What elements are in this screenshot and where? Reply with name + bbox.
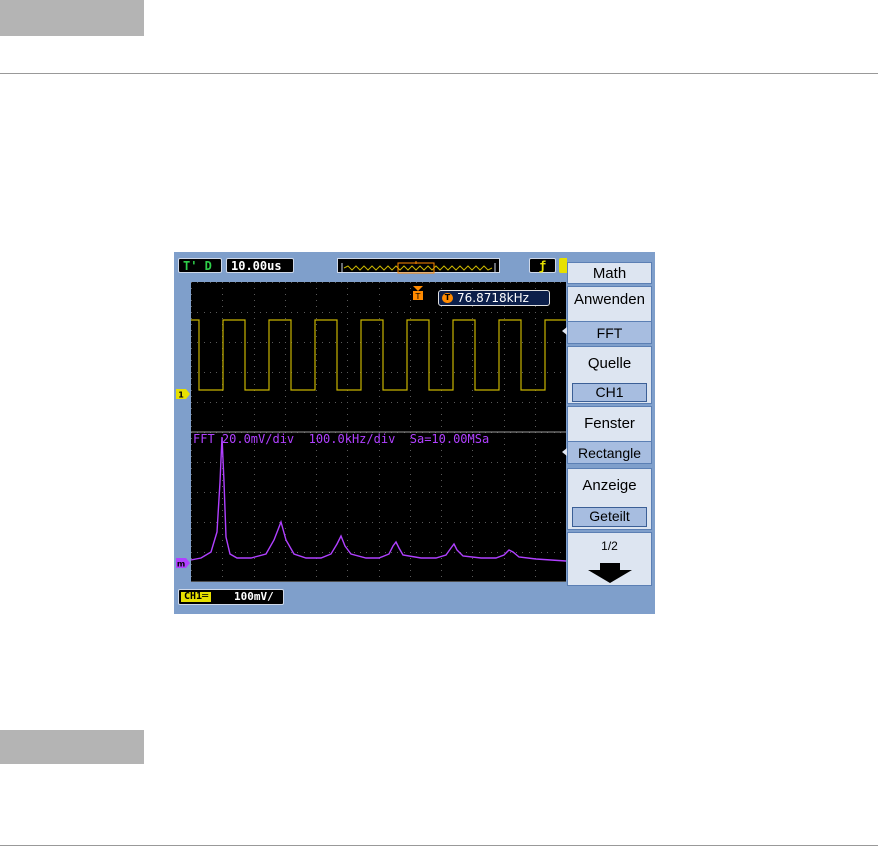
svg-text:m: m: [177, 560, 185, 569]
ch1-status: CH1═ 100mV/: [178, 589, 284, 605]
ch1-scale: 100mV/: [234, 590, 274, 603]
menu-title: Math: [567, 262, 652, 284]
trigger-level-indicator: [559, 258, 567, 273]
softkey-operation-value: FFT: [568, 321, 651, 343]
svg-text:1: 1: [178, 391, 184, 400]
trigger-position-icon: T: [413, 286, 423, 300]
ch1-ground-marker[interactable]: 1: [176, 389, 190, 399]
softkey-source-value: CH1: [572, 383, 647, 402]
softkey-operation-label: Anwenden: [574, 291, 645, 308]
svg-text:T: T: [415, 292, 421, 300]
softkey-window-label: Fenster: [584, 415, 635, 432]
trigger-icon: T: [442, 293, 453, 303]
softkey-operation[interactable]: Anwenden FFT: [567, 286, 652, 344]
timebase-readout: 10.00us: [226, 258, 294, 273]
selection-arrow-icon-2: [562, 448, 567, 456]
trigger-slope-icon: ƒ: [529, 258, 556, 273]
fft-header: FFT 20.0mV/div 100.0kHz/div Sa=10.00MSa: [193, 432, 490, 446]
header-tab: [0, 0, 144, 36]
fft-trace: [191, 436, 566, 562]
ch1-tag: CH1═: [181, 592, 212, 602]
ch1-trace: [191, 319, 566, 391]
selection-arrow-icon: [562, 327, 567, 335]
memory-overview-waveform: [341, 261, 496, 274]
frequency-value: 76.8718kHz: [457, 291, 529, 305]
footer-tab: [0, 730, 144, 764]
divider-top: [0, 73, 878, 74]
softkey-window-value: Rectangle: [568, 441, 651, 463]
softkey-next-page[interactable]: 1/2: [567, 532, 652, 586]
softkey-source-label: Quelle: [587, 355, 632, 372]
run-status: T' D: [178, 258, 222, 273]
softkey-window[interactable]: Fenster Rectangle: [567, 406, 652, 464]
softkey-display[interactable]: Anzeige Geteilt: [567, 468, 652, 530]
memory-overview: [337, 258, 500, 274]
softkey-display-label: Anzeige: [582, 477, 637, 494]
softkey-display-value: Geteilt: [572, 507, 647, 527]
math-ground-marker[interactable]: m: [176, 558, 190, 568]
softkey-source[interactable]: Quelle CH1: [567, 346, 652, 404]
page-indicator: 1/2: [601, 539, 618, 553]
frequency-counter: T 76.8718kHz: [438, 290, 550, 306]
down-arrow-icon: [588, 563, 632, 583]
